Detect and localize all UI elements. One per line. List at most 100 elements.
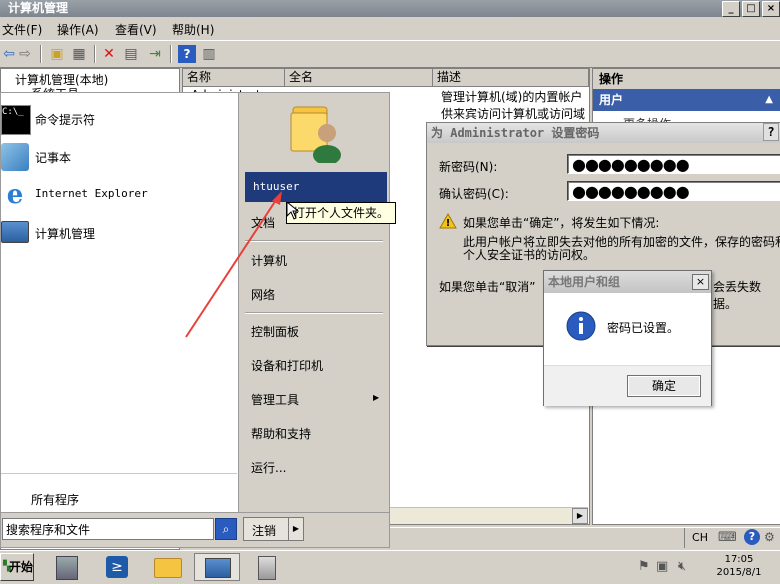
new-password-label: 新密码(N):: [439, 160, 498, 174]
ime-indicator[interactable]: CH: [684, 528, 715, 548]
dialog-title-text: 为 Administrator 设置密码: [431, 126, 600, 140]
shutdown-label: 注销: [252, 524, 277, 538]
up-folder-icon[interactable]: ▣: [48, 45, 66, 63]
clock-date: 2015/8/1: [716, 567, 762, 578]
program-label: 记事本: [35, 151, 72, 165]
scroll-right-icon[interactable]: ▶: [572, 508, 588, 524]
link-help-support[interactable]: 帮助和支持: [251, 425, 311, 442]
link-admin-tools[interactable]: 管理工具: [251, 391, 299, 408]
message-box-footer: 确定: [544, 365, 711, 406]
internet-explorer-icon: e: [6, 180, 24, 210]
clock[interactable]: 17:05 2015/8/1: [700, 553, 778, 581]
minimize-button[interactable]: _: [722, 1, 740, 17]
horizontal-scrollbar[interactable]: ▶: [388, 507, 588, 524]
tool-icon: [258, 556, 276, 580]
confirm-password-field[interactable]: ●●●●●●●●●: [567, 181, 780, 201]
submenu-arrow-icon: ▶: [373, 393, 380, 402]
svg-text:!: !: [446, 218, 451, 229]
message-box-title: 本地用户和组: [544, 271, 711, 293]
column-fullname[interactable]: 全名: [285, 69, 433, 86]
taskbar-computer-management[interactable]: [194, 553, 240, 581]
link-run[interactable]: 运行...: [251, 459, 286, 476]
taskbar-explorer[interactable]: [144, 553, 190, 581]
cancel-note-b: 会丢失数据。: [713, 280, 762, 311]
computer-management-icon: [1, 221, 29, 243]
menu-help[interactable]: 帮助(H): [172, 21, 214, 38]
flag-icon[interactable]: ⚑: [638, 559, 650, 574]
view-icon[interactable]: ▥: [200, 45, 218, 63]
menu-view[interactable]: 查看(V): [115, 21, 157, 38]
volume-icon[interactable]: 🔇︎: [678, 559, 686, 574]
list-header: 名称 全名 描述: [183, 69, 589, 87]
search-input[interactable]: 搜索程序和文件: [2, 518, 214, 540]
message-text: 密码已设置。: [607, 321, 680, 335]
actions-section-users[interactable]: 用户 ▲: [593, 89, 780, 111]
program-label: Internet Explorer: [35, 187, 148, 200]
collapse-icon[interactable]: ▲: [765, 89, 773, 111]
help-icon[interactable]: ?: [178, 45, 196, 63]
keyboard-icon[interactable]: ⌨: [718, 530, 737, 545]
dialog-title: 为 Administrator 设置密码 ?: [427, 123, 780, 143]
warning-line-1: 如果您单击“确定”，将发生如下情况:: [463, 216, 660, 230]
mouse-cursor-icon: [287, 202, 299, 220]
search-icon[interactable]: ⌕: [215, 518, 237, 540]
close-button[interactable]: ×: [692, 274, 709, 290]
taskbar-server-manager[interactable]: [44, 553, 90, 581]
toolbar: ⇦ ⇨ ▣ ▦ ✕ ▤ ⇥ ? ▥: [0, 40, 780, 68]
clock-time: 17:05: [724, 554, 754, 565]
powershell-icon: ≥: [106, 556, 128, 578]
user-folder-icon: [287, 99, 343, 165]
menu-file[interactable]: 文件(F): [2, 21, 42, 38]
show-hide-tree-icon[interactable]: ▦: [70, 45, 88, 63]
confirm-password-label: 确认密码(C):: [439, 187, 509, 201]
cmd-icon: C:\_: [1, 105, 31, 135]
all-programs[interactable]: 所有程序: [31, 491, 79, 508]
annotation-arrow: [185, 191, 282, 338]
cancel-note-a: 如果您单击“取消”: [439, 280, 536, 294]
taskbar: ▚ 开始 ≥ ⚑ ▣ 🔇︎ 17:05 2015/8/1: [0, 550, 780, 584]
program-label: 命令提示符: [35, 113, 96, 127]
message-box: 本地用户和组 × 密码已设置。 确定: [543, 270, 712, 406]
actions-section-label: 用户: [599, 93, 624, 107]
column-description[interactable]: 描述: [433, 69, 589, 86]
actions-title: 操作: [593, 69, 780, 89]
start-label: 开始: [9, 560, 34, 574]
folder-icon: [154, 558, 182, 578]
close-button[interactable]: ×: [762, 1, 780, 17]
program-notepad[interactable]: 记事本: [1, 139, 237, 175]
tooltip: 打开个人文件夹。: [286, 202, 397, 224]
user-description: 管理计算机(域)的内置帐户: [441, 90, 583, 104]
properties-icon[interactable]: ▤: [122, 45, 140, 63]
search-placeholder: 搜索程序和文件: [6, 523, 91, 537]
warning-line-3: 个人安全证书的访问权。: [463, 248, 596, 262]
link-devices-printers[interactable]: 设备和打印机: [251, 357, 323, 374]
server-manager-icon: [56, 556, 78, 580]
forward-icon[interactable]: ⇨: [16, 45, 34, 63]
warning-icon: !: [439, 212, 457, 229]
shutdown-button[interactable]: 注销: [243, 517, 289, 541]
notepad-icon: [1, 143, 29, 171]
maximize-button[interactable]: □: [742, 1, 760, 17]
taskbar-tool[interactable]: [244, 553, 290, 581]
menu-action[interactable]: 操作(A): [57, 21, 99, 38]
menu-bar: 文件(F) 操作(A) 查看(V) 帮助(H): [0, 17, 780, 39]
network-icon[interactable]: ▣: [656, 559, 668, 574]
export-icon[interactable]: ⇥: [146, 45, 164, 63]
start-menu-bottom: 搜索程序和文件 ⌕ 注销 ▶: [0, 512, 390, 548]
program-cmd[interactable]: C:\_ 命令提示符: [1, 101, 237, 137]
new-password-field[interactable]: ●●●●●●●●●: [567, 154, 780, 174]
column-name[interactable]: 名称: [183, 69, 285, 86]
delete-icon[interactable]: ✕: [100, 45, 118, 63]
taskbar-powershell[interactable]: ≥: [94, 553, 140, 581]
ok-button[interactable]: 确定: [627, 375, 701, 397]
shutdown-options-icon[interactable]: ▶: [288, 517, 304, 541]
info-icon: [566, 311, 596, 341]
settings-icon[interactable]: ⚙: [764, 530, 775, 544]
help-button[interactable]: ?: [763, 123, 779, 141]
computer-management-icon: [205, 558, 231, 578]
start-button[interactable]: ▚ 开始: [0, 553, 34, 581]
user-description: 供来宾访问计算机或访问域: [441, 107, 586, 121]
help-icon[interactable]: ?: [744, 529, 760, 545]
window-titlebar[interactable]: 计算机管理 _ □ ×: [0, 0, 780, 17]
window-title: 计算机管理: [8, 1, 69, 15]
